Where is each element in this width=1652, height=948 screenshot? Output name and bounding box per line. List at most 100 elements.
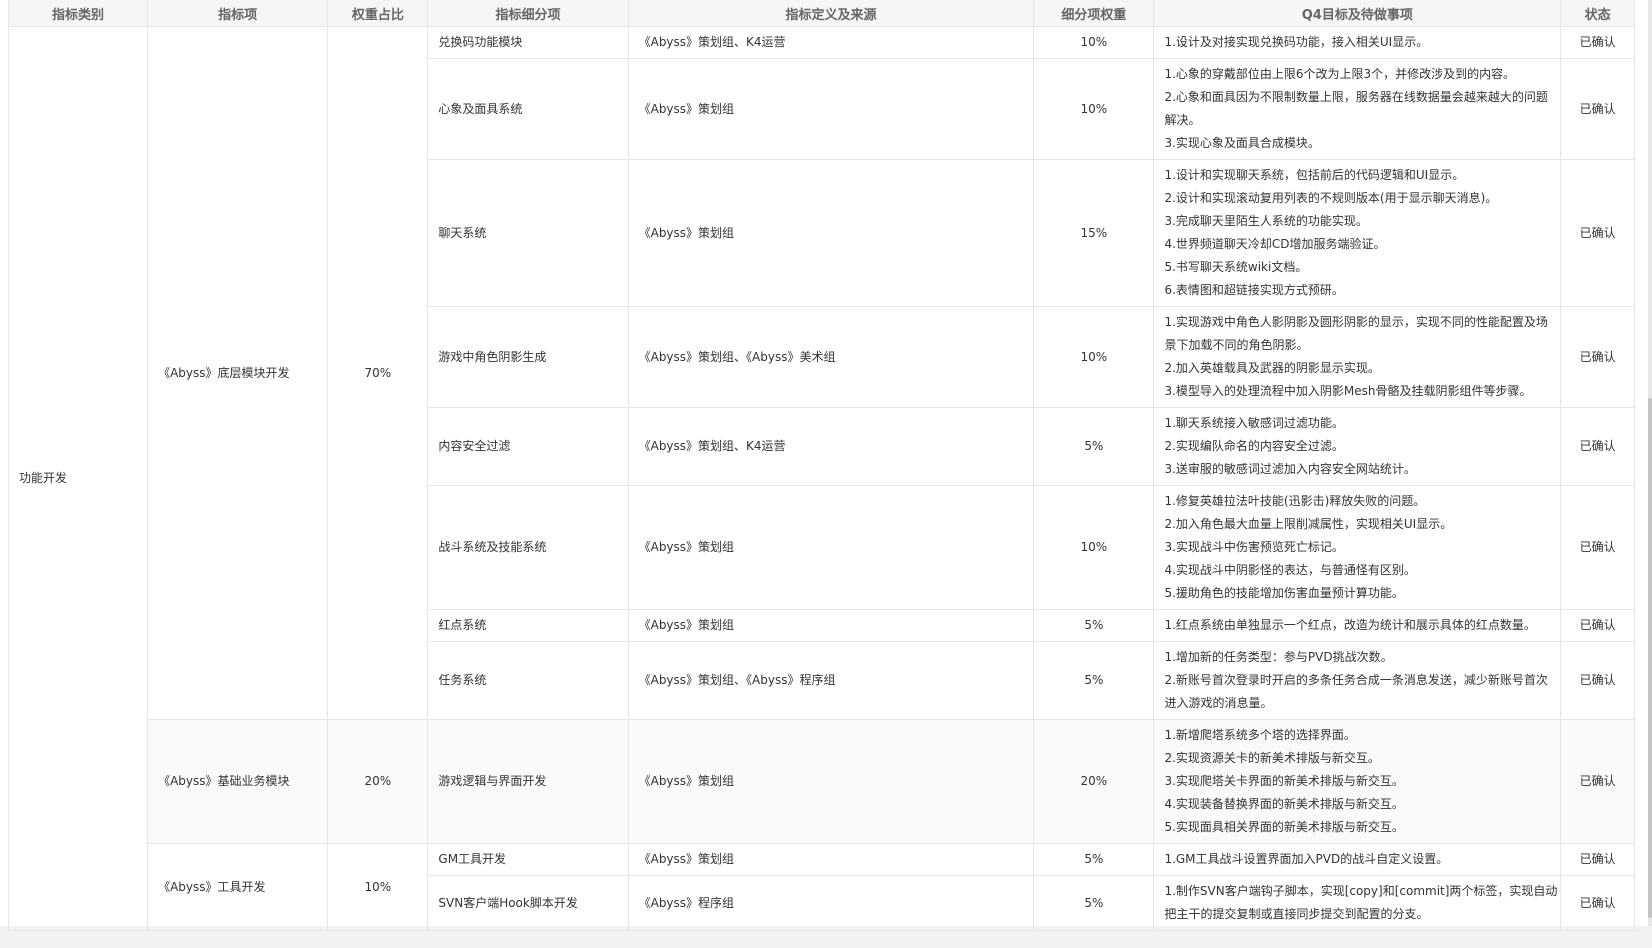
goals-cell: 1.设计及对接实现兑换码功能，接入相关UI显示。 bbox=[1153, 26, 1562, 59]
table-row: 《Abyss》基础业务模块 20% 游戏逻辑与界面开发 《Abyss》策划组 20% 1.… bbox=[9, 719, 1635, 844]
item-weight-cell: 10% bbox=[327, 843, 429, 931]
subitem-weight-cell: 5% bbox=[1033, 875, 1155, 931]
subitem-weight-cell: 5% bbox=[1033, 843, 1155, 876]
definition-cell: 《Abyss》策划组、《Abyss》程序组 bbox=[627, 641, 1035, 720]
header-weight: 权重占比 bbox=[327, 0, 429, 27]
goals-cell: 1.新增爬塔系统多个塔的选择界面。 2.实现资源关卡的新美术排版与新交互。 3.实现… bbox=[1153, 719, 1562, 844]
subitem-cell: 聊天系统 bbox=[427, 159, 629, 307]
goal-line: 1.修复英雄拉法叶技能(迅影击)释放失败的问题。 bbox=[1164, 494, 1426, 508]
header-definition: 指标定义及来源 bbox=[627, 0, 1035, 27]
goal-line: 1.设计及对接实现兑换码功能，接入相关UI显示。 bbox=[1164, 35, 1429, 49]
definition-cell: 《Abyss》策划组 bbox=[627, 159, 1035, 307]
subitem-cell: 任务系统 bbox=[427, 641, 629, 720]
goal-line: 4.世界频道聊天冷却CD增加服务端验证。 bbox=[1164, 237, 1386, 251]
goal-line: 2.设计和实现滚动复用列表的不规则版本(用于显示聊天消息)。 bbox=[1164, 191, 1498, 205]
goal-line: 1.制作SVN客户端钩子脚本，实现[copy]和[commit]两个标签，实现自… bbox=[1164, 884, 1558, 898]
scrollbar-thumb[interactable] bbox=[1648, 398, 1652, 918]
subitem-weight-cell: 10% bbox=[1033, 58, 1155, 160]
header-subitem: 指标细分项 bbox=[427, 0, 629, 27]
subitem-cell: 战斗系统及技能系统 bbox=[427, 485, 629, 610]
goals-cell: 1.红点系统由单独显示一个红点，改造为统计和展示具体的红点数量。 bbox=[1153, 609, 1562, 642]
status-cell: 已确认 bbox=[1560, 58, 1635, 160]
header-status: 状态 bbox=[1560, 0, 1635, 27]
header-category: 指标类别 bbox=[7, 0, 149, 27]
goal-line: 1.设计和实现聊天系统，包括前后的代码逻辑和UI显示。 bbox=[1164, 168, 1465, 182]
goal-line: 5.实现面具相关界面的新美术排版与新交互。 bbox=[1164, 820, 1404, 834]
goal-line: 3.模型导入的处理流程中加入阴影Mesh骨骼及挂载阴影组件等步骤。 bbox=[1164, 384, 1532, 398]
goal-line: 4.实现战斗中阴影怪的表达，与普通怪有区别。 bbox=[1164, 563, 1416, 577]
subitem-cell: 兑换码功能模块 bbox=[427, 26, 629, 59]
subitem-weight-cell: 5% bbox=[1033, 641, 1155, 720]
goal-line: 1.GM工具战斗设置界面加入PVD的战斗自定义设置。 bbox=[1164, 852, 1449, 866]
subitem-weight-cell: 15% bbox=[1033, 159, 1155, 307]
status-cell: 已确认 bbox=[1560, 719, 1635, 844]
status-cell: 已确认 bbox=[1560, 407, 1635, 486]
subitem-cell: 内容安全过滤 bbox=[427, 407, 629, 486]
goal-line: 2.心象和面具因为不限制数量上限，服务器在线数据量会越来越大的问题 bbox=[1164, 90, 1548, 104]
item-cell: 《Abyss》底层模块开发 bbox=[147, 26, 329, 720]
subitem-cell: 游戏逻辑与界面开发 bbox=[427, 719, 629, 844]
goals-cell: 1.心象的穿戴部位由上限6个改为上限3个，并修改涉及到的内容。 2.心象和面具因为… bbox=[1153, 58, 1562, 160]
vertical-scrollbar[interactable] bbox=[1648, 0, 1652, 926]
subitem-cell: SVN客户端Hook脚本开发 bbox=[427, 875, 629, 931]
subitem-cell: 心象及面具系统 bbox=[427, 58, 629, 160]
definition-cell: 《Abyss》策划组、K4运营 bbox=[627, 26, 1035, 59]
status-cell: 已确认 bbox=[1560, 875, 1635, 931]
goal-line: 1.新增爬塔系统多个塔的选择界面。 bbox=[1164, 728, 1356, 742]
goal-line: 6.表情图和超链接实现方式预研。 bbox=[1164, 283, 1344, 297]
table-row: 《Abyss》工具开发 10% GM工具开发 《Abyss》策划组 5% 1.GM工具战斗… bbox=[9, 843, 1635, 931]
goal-line: 1.聊天系统接入敏感词过滤功能。 bbox=[1164, 416, 1344, 430]
goals-cell: 1.增加新的任务类型：参与PVD挑战次数。 2.新账号首次登录时开启的多条任务合成… bbox=[1153, 641, 1562, 720]
subitem-weight-cell: 10% bbox=[1033, 26, 1155, 59]
status-cell: 已确认 bbox=[1560, 641, 1635, 720]
goal-line: 1.实现游戏中角色人影阴影及圆形阴影的显示，实现不同的性能配置及场 bbox=[1164, 315, 1548, 329]
item-weight-cell: 20% bbox=[327, 719, 429, 844]
definition-cell: 《Abyss》策划组 bbox=[627, 609, 1035, 642]
goal-line: 3.实现爬塔关卡界面的新美术排版与新交互。 bbox=[1164, 774, 1404, 788]
category-cell: 功能开发 bbox=[7, 26, 149, 931]
goals-cell: 1.实现游戏中角色人影阴影及圆形阴影的显示，实现不同的性能配置及场 景下加载不同的… bbox=[1153, 306, 1562, 408]
item-cell: 《Abyss》基础业务模块 bbox=[147, 719, 329, 844]
subitem-weight-cell: 5% bbox=[1033, 609, 1155, 642]
header-item: 指标项 bbox=[147, 0, 329, 27]
item-cell: 《Abyss》工具开发 bbox=[147, 843, 329, 931]
item-weight-cell: 70% bbox=[327, 26, 429, 720]
goal-line: 2.新账号首次登录时开启的多条任务合成一条消息发送，减少新账号首次 bbox=[1164, 673, 1548, 687]
definition-cell: 《Abyss》策划组、K4运营 bbox=[627, 407, 1035, 486]
goal-line: 3.实现战斗中伤害预览死亡标记。 bbox=[1164, 540, 1344, 554]
status-cell: 已确认 bbox=[1560, 159, 1635, 307]
status-cell: 已确认 bbox=[1560, 306, 1635, 408]
goal-line: 3.完成聊天里陌生人系统的功能实现。 bbox=[1164, 214, 1368, 228]
subitem-weight-cell: 5% bbox=[1033, 407, 1155, 486]
goal-line: 2.实现编队命名的内容安全过滤。 bbox=[1164, 439, 1344, 453]
definition-cell: 《Abyss》策划组 bbox=[627, 485, 1035, 610]
subitem-cell: GM工具开发 bbox=[427, 843, 629, 876]
goals-cell: 1.GM工具战斗设置界面加入PVD的战斗自定义设置。 bbox=[1153, 843, 1562, 876]
goals-cell: 1.制作SVN客户端钩子脚本，实现[copy]和[commit]两个标签，实现自… bbox=[1153, 875, 1562, 931]
subitem-weight-cell: 10% bbox=[1033, 306, 1155, 408]
goals-cell: 1.修复英雄拉法叶技能(迅影击)释放失败的问题。 2.加入角色最大血量上限削减属性… bbox=[1153, 485, 1562, 610]
definition-cell: 《Abyss》策划组 bbox=[627, 843, 1035, 876]
goal-line: 2.加入英雄载具及武器的阴影显示实现。 bbox=[1164, 361, 1380, 375]
definition-cell: 《Abyss》程序组 bbox=[627, 875, 1035, 931]
status-cell: 已确认 bbox=[1560, 485, 1635, 610]
definition-cell: 《Abyss》策划组 bbox=[627, 719, 1035, 844]
goals-cell: 1.聊天系统接入敏感词过滤功能。 2.实现编队命名的内容安全过滤。 3.送审服的敏感… bbox=[1153, 407, 1562, 486]
status-cell: 已确认 bbox=[1560, 609, 1635, 642]
table-row: 功能开发 《Abyss》底层模块开发 70% 兑换码功能模块 《Abyss》策划组、K4… bbox=[7, 26, 1635, 931]
goal-line: 2.实现资源关卡的新美术排版与新交互。 bbox=[1164, 751, 1380, 765]
goal-line: 1.红点系统由单独显示一个红点，改造为统计和展示具体的红点数量。 bbox=[1164, 618, 1536, 632]
goal-line: 4.实现装备替换界面的新美术排版与新交互。 bbox=[1164, 797, 1404, 811]
status-cell: 已确认 bbox=[1560, 843, 1635, 876]
goal-line: 解决。 bbox=[1164, 113, 1201, 127]
definition-cell: 《Abyss》策划组 bbox=[627, 58, 1035, 160]
goal-line: 3.实现心象及面具合成模块。 bbox=[1164, 136, 1320, 150]
goal-line: 进入游戏的消息量。 bbox=[1164, 696, 1273, 710]
subitem-weight-cell: 20% bbox=[1033, 719, 1155, 844]
kpi-table: 指标类别 指标项 权重占比 指标细分项 指标定义及来源 细分项权重 Q4目标及待… bbox=[7, 0, 1635, 931]
goal-line: 5.书写聊天系统wiki文档。 bbox=[1164, 260, 1308, 274]
header-subitem-weight: 细分项权重 bbox=[1033, 0, 1155, 27]
goal-line: 5.援助角色的技能增加伤害血量预计算功能。 bbox=[1164, 586, 1404, 600]
table-panel: 指标类别 指标项 权重占比 指标细分项 指标定义及来源 细分项权重 Q4目标及待… bbox=[0, 0, 1648, 931]
status-cell: 已确认 bbox=[1560, 26, 1635, 59]
